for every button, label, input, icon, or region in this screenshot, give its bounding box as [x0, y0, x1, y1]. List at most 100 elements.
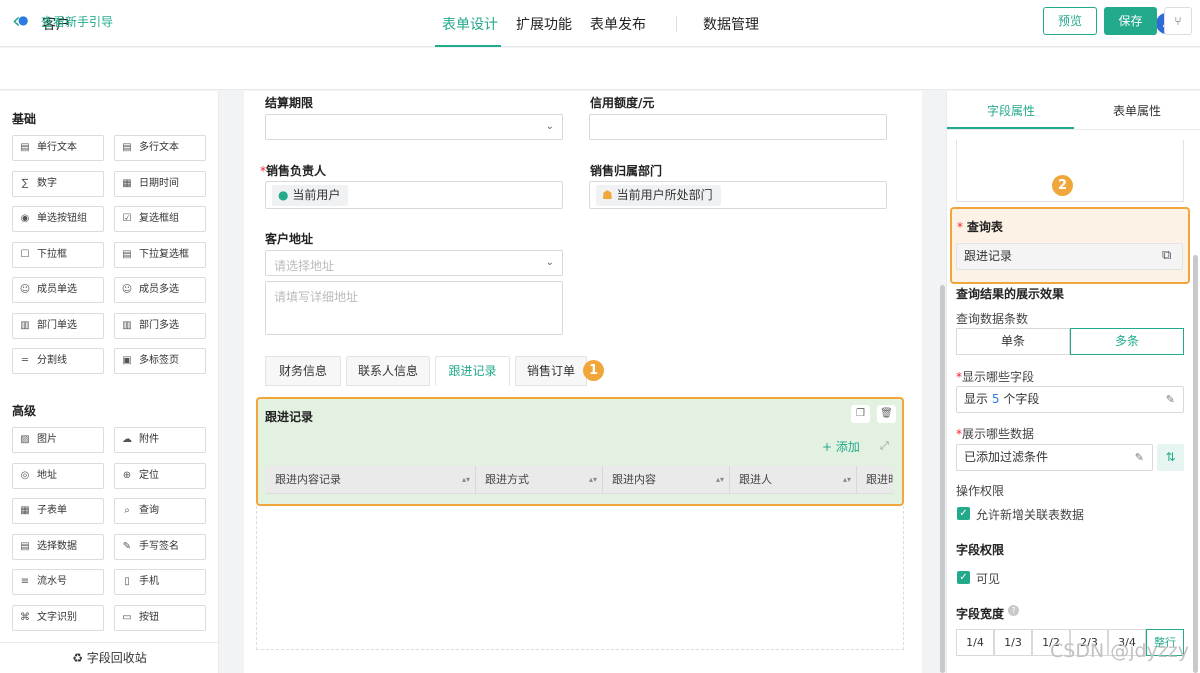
tab-finance[interactable]: 财务信息 — [265, 356, 341, 386]
chevron-down-icon: ⌄ — [545, 257, 554, 268]
panel-scrollbar[interactable] — [1193, 255, 1198, 673]
component-label: 文字识别 — [37, 611, 77, 623]
width-option-1-3[interactable]: 1/3 — [994, 629, 1032, 656]
current-dept-chip: ☗ 当前用户所处部门 — [596, 185, 721, 206]
plus-icon: + — [822, 440, 833, 454]
field-recycle-bin[interactable]: ♻ 字段回收站 — [0, 642, 219, 673]
column-header[interactable]: 跟进时 — [857, 466, 893, 494]
attachment-icon: ☁ — [122, 434, 132, 445]
drop-zone[interactable] — [256, 506, 904, 650]
component-item[interactable]: ☑ 复选框组 — [114, 206, 206, 232]
component-item[interactable]: ✎ 手写签名 — [114, 533, 206, 560]
preview-button[interactable]: 预览 — [1043, 7, 1097, 35]
settlement-select[interactable]: ⌄ — [265, 114, 563, 140]
component-item[interactable]: ⌘ 文字识别 — [12, 604, 104, 631]
serial-number-icon: ≡ — [20, 576, 30, 587]
org-chart-icon: ☗ — [602, 188, 613, 202]
component-label: 选择数据 — [37, 540, 77, 552]
component-item[interactable]: ▤ 下拉复选框 — [114, 241, 206, 268]
component-label: 按钮 — [139, 611, 159, 623]
component-item[interactable]: ▨ 图片 — [12, 427, 104, 453]
tab-form-properties[interactable]: 表单属性 — [1113, 102, 1161, 119]
sort-order-icon[interactable]: ⇅ — [1157, 444, 1184, 471]
query-table-field[interactable]: 跟进记录 — [956, 243, 1183, 270]
credit-input[interactable] — [589, 114, 887, 140]
edit-icon[interactable]: ✎ — [1135, 445, 1144, 470]
fields-selector[interactable]: 显示 5 个字段 ✎ — [956, 386, 1184, 413]
tab-data-management[interactable]: 数据管理 — [703, 14, 759, 34]
component-item[interactable]: ▤ 多行文本 — [114, 135, 206, 161]
save-button[interactable]: 保存 — [1104, 7, 1157, 35]
sort-icon[interactable]: ▴▾ — [462, 466, 470, 494]
tab-field-properties[interactable]: 字段属性 — [987, 102, 1035, 119]
component-item[interactable]: ▣ 多标签页 — [114, 348, 206, 374]
data-filter-field[interactable]: 已添加过滤条件 ✎ — [956, 444, 1153, 471]
component-item[interactable]: ▤ 选择数据 — [12, 533, 104, 560]
column-header[interactable]: 跟进人 ▴▾ — [730, 466, 857, 494]
tab-follow-up[interactable]: 跟进记录 — [435, 356, 510, 386]
component-item[interactable]: ▭ 按钮 — [114, 604, 206, 631]
column-header[interactable]: 跟进方式 ▴▾ — [476, 466, 603, 494]
data-label: *展示哪些数据 — [956, 427, 1035, 441]
trash-icon[interactable]: 🗑 — [877, 405, 896, 423]
edit-icon[interactable]: ✎ — [1166, 387, 1175, 412]
component-item[interactable]: ▥ 部门多选 — [114, 312, 206, 339]
add-row-button[interactable]: + 添加 — [822, 438, 860, 455]
select-data-icon: ▤ — [20, 540, 30, 552]
guide-link[interactable]: 查看新手引导 — [41, 13, 113, 30]
share-icon[interactable]: ⑂ — [1164, 7, 1192, 35]
copy-icon[interactable]: ❐ — [851, 405, 870, 423]
tab-form-design[interactable]: 表单设计 — [442, 14, 498, 34]
step-badge-1: 1 — [583, 360, 604, 381]
component-item[interactable]: ∑ 数字 — [12, 170, 104, 197]
column-header[interactable]: 跟进内容记录 ▴▾ — [266, 466, 476, 494]
sort-icon[interactable]: ▴▾ — [589, 466, 597, 494]
component-label: 成员单选 — [37, 284, 77, 295]
info-icon[interactable]: ? — [1008, 605, 1019, 616]
address-detail-textarea[interactable]: 请填写详细地址 — [265, 281, 563, 335]
component-item[interactable]: ◉ 单选按钮组 — [12, 206, 104, 232]
component-item[interactable]: ▯ 手机 — [114, 569, 206, 595]
step-badge-2: 2 — [1052, 175, 1073, 196]
tab-contacts[interactable]: 联系人信息 — [346, 356, 430, 386]
count-option-single[interactable]: 单条 — [956, 328, 1070, 355]
component-item[interactable]: ☐ 下拉框 — [12, 241, 104, 268]
settlement-label: 结算期限 — [265, 96, 314, 110]
address-detail-placeholder: 请填写详细地址 — [274, 290, 359, 304]
sales-dept-field[interactable]: ☗ 当前用户所处部门 — [589, 181, 887, 209]
allow-add-checkbox[interactable]: ✓ — [957, 507, 970, 520]
expand-icon[interactable]: ⤢ — [880, 439, 889, 453]
sort-icon[interactable]: ▴▾ — [716, 466, 724, 494]
canvas-scrollbar[interactable] — [940, 285, 945, 673]
component-label: 分割线 — [37, 355, 67, 366]
tab-extensions[interactable]: 扩展功能 — [516, 14, 572, 34]
component-item[interactable]: ☺ 成员多选 — [114, 277, 206, 303]
basic-group-title: 基础 — [12, 112, 37, 126]
chevron-down-icon: ⌄ — [545, 121, 554, 132]
component-label: 日期时间 — [139, 177, 179, 189]
count-option-multiple[interactable]: 多条 — [1070, 328, 1184, 355]
column-header[interactable]: 跟进内容 ▴▾ — [603, 466, 730, 494]
component-item[interactable]: ☁ 附件 — [114, 427, 206, 453]
component-item[interactable]: ▦ 子表单 — [12, 498, 104, 524]
tab-form-publish[interactable]: 表单发布 — [590, 14, 646, 34]
component-item[interactable]: ◎ 地址 — [12, 462, 104, 489]
tab-sales-order[interactable]: 销售订单 — [515, 356, 587, 386]
component-item[interactable]: ▦ 日期时间 — [114, 170, 206, 197]
component-item[interactable]: ≡ 流水号 — [12, 569, 104, 595]
lightbulb-icon: ● — [18, 13, 29, 27]
component-item[interactable]: ⌕ 查询 — [114, 498, 206, 524]
component-item[interactable]: ☺ 成员单选 — [12, 277, 104, 303]
component-item[interactable]: ⊕ 定位 — [114, 462, 206, 489]
select-table-icon[interactable]: ⧉ — [1162, 248, 1171, 263]
component-label: 多行文本 — [139, 142, 179, 153]
component-item[interactable]: ▥ 部门单选 — [12, 312, 104, 339]
component-item[interactable]: ═ 分割线 — [12, 348, 104, 374]
visible-checkbox[interactable]: ✓ — [957, 571, 970, 584]
sort-icon[interactable]: ▴▾ — [843, 466, 851, 494]
allow-add-label: 允许新增关联表数据 — [976, 508, 1085, 522]
component-item[interactable]: ▤ 单行文本 — [12, 135, 104, 161]
width-option-1-4[interactable]: 1/4 — [956, 629, 994, 656]
address-select[interactable]: 请选择地址 ⌄ — [265, 250, 563, 276]
sales-owner-field[interactable]: ● 当前用户 — [265, 181, 563, 209]
